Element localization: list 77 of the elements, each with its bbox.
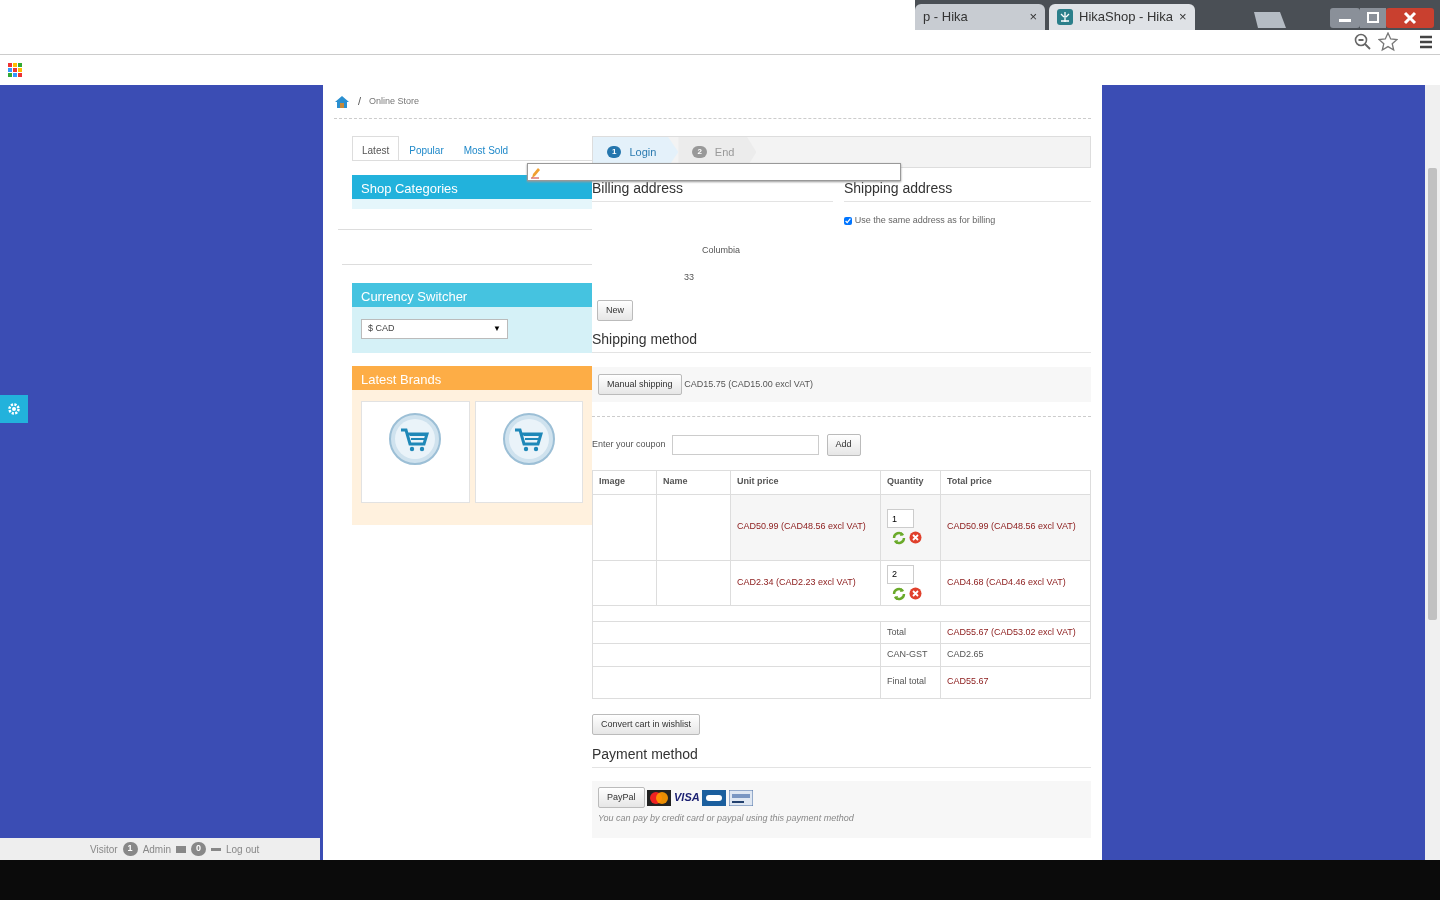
total-value: CAD55.67 (940, 666, 1091, 699)
close-icon[interactable]: × (1029, 7, 1037, 27)
apps-icon[interactable] (8, 63, 22, 78)
brand-card[interactable] (361, 401, 470, 503)
browser-tab[interactable]: HikaShop - Hika × (1049, 4, 1195, 30)
new-address-button[interactable]: New (597, 299, 633, 322)
breadcrumb-link[interactable]: Online Store (369, 94, 420, 109)
browser-tab[interactable]: p - Hika × (915, 4, 1045, 30)
refresh-icon[interactable] (892, 586, 906, 601)
zoom-icon[interactable] (1354, 33, 1372, 51)
total-label: CAN-GST (880, 643, 941, 667)
toolbar-label: Visitor (90, 842, 118, 857)
total-label: Final total (880, 666, 941, 699)
column-header: Unit price (730, 470, 881, 495)
product-tab[interactable]: Most Sold (453, 136, 519, 160)
scrollbar-thumb[interactable] (1428, 168, 1437, 620)
credit-card-icon (647, 789, 672, 806)
product-tab[interactable]: Latest (352, 136, 400, 160)
product-tab[interactable]: Popular (399, 136, 454, 160)
total-value: CAD55.67 (CAD53.02 excl VAT) (940, 621, 1091, 644)
quantity-field[interactable]: 1 (887, 509, 914, 529)
section-heading: Shipping method (592, 331, 1091, 354)
home-icon[interactable] (334, 94, 350, 109)
payment-option-button[interactable]: PayPal (598, 786, 645, 809)
count-badge: 1 (122, 842, 138, 856)
card-logo: VISA (674, 790, 700, 806)
currency-select[interactable]: $ CAD ▼ (361, 319, 508, 339)
total-value: CAD2.65 (940, 643, 1091, 667)
module-title: Currency Switcher (352, 283, 592, 307)
wishlist-button[interactable]: Convert cart in wishlist (592, 713, 701, 736)
star-icon[interactable] (1378, 32, 1398, 52)
payment-description: You can pay by credit card or paypal using this payment method (598, 812, 855, 826)
scrollbar[interactable] (1425, 85, 1440, 860)
unit-price: CAD50.99 (CAD48.56 excl VAT) (730, 494, 881, 561)
minimize-icon[interactable] (1330, 8, 1360, 28)
column-header: Name (656, 470, 731, 495)
quantity-field[interactable]: 2 (887, 564, 914, 584)
brand-card[interactable] (474, 401, 583, 503)
close-icon[interactable] (1386, 8, 1434, 28)
card-logo-icon (729, 789, 754, 806)
shipping-option-button[interactable]: Manual shipping (598, 373, 682, 396)
minus-icon (211, 847, 221, 851)
count-badge: 0 (191, 842, 206, 856)
module-title: Latest Brands (352, 366, 592, 390)
module-title: Shop Categories (352, 175, 592, 199)
cart-icon (388, 412, 443, 466)
close-icon[interactable]: × (1178, 7, 1187, 27)
favicon-icon (1057, 9, 1073, 25)
maximize-icon[interactable] (1360, 8, 1386, 28)
column-header: Total price (940, 470, 1091, 495)
address-line: Columbia (701, 243, 742, 257)
column-header: Image (592, 470, 657, 495)
checkbox-label[interactable]: Use the same address as for billing (854, 213, 996, 228)
delete-icon[interactable] (908, 586, 922, 600)
coupon-label: Enter your coupon (592, 438, 666, 452)
toolbar-label: Admin (142, 842, 171, 857)
column-header: Quantity (880, 470, 941, 495)
section-heading: Payment method (592, 746, 1091, 768)
cart-icon (501, 412, 556, 466)
menu-icon[interactable] (1418, 34, 1434, 50)
address-line: 33 (683, 271, 695, 285)
checkbox[interactable] (844, 216, 852, 225)
delete-icon[interactable] (908, 531, 922, 545)
unit-price: CAD2.34 (CAD2.23 excl VAT) (730, 560, 881, 606)
breadcrumb-separator: / (358, 94, 362, 110)
credit-card-icon (702, 789, 727, 806)
settings-icon (7, 402, 21, 416)
add-coupon-button[interactable]: Add (826, 434, 861, 456)
total-label: Total (880, 621, 941, 644)
refresh-icon[interactable] (892, 531, 906, 546)
caret-icon: ▼ (493, 323, 501, 335)
coupon-field[interactable] (671, 434, 819, 455)
total-price: CAD50.99 (CAD48.56 excl VAT) (940, 494, 1091, 561)
shipping-price: CAD15.75 (CAD15.00 excl VAT) (684, 377, 813, 391)
edit-icon (530, 167, 540, 180)
total-price: CAD4.68 (CAD4.46 excl VAT) (940, 560, 1091, 606)
settings-button[interactable] (0, 395, 28, 423)
